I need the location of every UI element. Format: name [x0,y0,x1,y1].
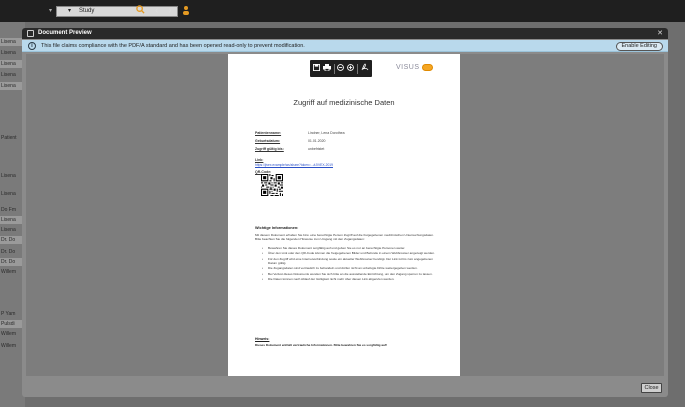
visus-logo: VISUS [396,64,433,71]
field-value: Lindner, Lena Dorothea [307,131,345,135]
back-icon[interactable]: ‹ [155,5,158,18]
list-item: Für den Zugriff wird eine Internetverbin… [262,257,435,265]
app-topbar: ▾ ▾ Study ‹ › [0,0,685,22]
list-item: Bei Verlust dieses Dokuments wenden Sie … [262,272,435,276]
sidebar-item[interactable]: Lisena [0,226,24,234]
user-icon[interactable] [182,5,190,18]
print-icon[interactable] [323,60,332,77]
sidebar-item[interactable]: Do Fm [0,206,24,214]
list-item: Über den Link oder den QR-Code können di… [262,251,435,255]
zoom-in-icon[interactable] [347,60,355,77]
info-icon: i [28,42,36,50]
sidebar-item[interactable]: Lisena [0,190,24,198]
forward-icon[interactable]: › [168,5,171,18]
close-button[interactable]: Close [641,383,662,393]
sidebar-item[interactable]: Dr. Do [0,236,24,244]
sidebar-item[interactable]: Lisena [0,82,24,90]
field-row: Geburtsdatum: 01.01.2020 [255,139,326,143]
sidebar-item[interactable]: Pulsdi [0,320,24,328]
field-value: unbefristet [307,147,325,151]
search-icon[interactable] [136,5,145,18]
field-label: Zugriff gültig bis: [255,147,284,151]
logo-text: VISUS [396,64,420,71]
document-icon [27,30,34,37]
logo-mark [421,64,433,71]
sidebar-item[interactable]: P Yam [0,310,24,318]
list-item: Die Daten können nach Ablauf der Gültigk… [262,277,435,281]
study-select-label: Study [79,8,95,14]
toolbar-separator [333,63,335,74]
sidebar-item[interactable]: Lisena [0,71,24,79]
field-label: Geburtsdatum: [255,139,281,143]
sidebar-item[interactable]: Lisena [0,216,24,224]
sidebar-item[interactable]: Willem [0,342,24,350]
info-bar: i This file claims compliance with the P… [22,40,668,52]
dropdown-icon: ▾ [49,8,53,14]
sidebar-item[interactable]: Willem [0,268,24,276]
notes-list: Bewahren Sie dieses Dokument sorgfältig … [262,246,435,283]
hint-title: Hinweis: [255,337,270,341]
topbar-icons: ‹ › [136,5,190,18]
field-value: 01.01.2020 [307,139,326,143]
access-link[interactable]: https://jivex.example/ws/share?token=...… [255,163,333,167]
sidebar-item[interactable]: Lisena [0,60,24,68]
modal-header: Document Preview ✕ [22,28,668,39]
sidebar-item[interactable]: Lisena [0,172,24,180]
sidebar-item[interactable]: Lisena [0,38,24,46]
list-item: Die Zugangsdaten sind vertraulich zu beh… [262,266,435,270]
qr-code [261,174,283,196]
document-preview-modal: Document Preview ✕ i This file claims co… [22,28,668,397]
pdf-sign-icon[interactable] [361,60,369,77]
chevron-down-icon: ▾ [68,8,72,14]
toolbar-separator [356,63,358,74]
sidebar-item[interactable]: Dr. Do [0,248,24,256]
pdf-page: VISUS Zugriff auf medizinische Daten Pat… [228,54,460,376]
info-text: This file claims compliance with the PDF… [41,43,305,49]
pdf-viewer[interactable]: VISUS Zugriff auf medizinische Daten Pat… [26,54,664,376]
field-label: Patientenname: [255,131,282,135]
link-label: Link: [255,158,264,162]
notes-intro: Mit diesem Dokument erhalten Sie bzw. ei… [255,233,434,242]
sidebar-item[interactable]: Patient [0,134,24,142]
document-title: Zugriff auf medizinische Daten [293,98,395,107]
sidebar-item[interactable]: Willem [0,330,24,338]
enable-editing-button[interactable]: Enable Editing [615,42,663,51]
notes-title: Wichtige Informationen: [255,226,299,230]
hint-text: Dieses Dokument enthält vertrauliche Inf… [255,343,388,347]
modal-title: Document Preview [38,30,92,36]
save-icon[interactable] [313,60,321,77]
close-icon[interactable]: ✕ [657,28,663,39]
sidebar-item[interactable]: Lisena [0,49,24,57]
sidebar-item[interactable]: Dr. Do [0,258,24,266]
field-row: Patientenname: Lindner, Lena Dorothea [255,131,345,135]
list-item: Bewahren Sie dieses Dokument sorgfältig … [262,246,435,250]
field-row: Zugriff gültig bis: unbefristet [255,147,324,151]
zoom-out-icon[interactable] [337,60,345,77]
pdf-toolbar [310,60,372,77]
